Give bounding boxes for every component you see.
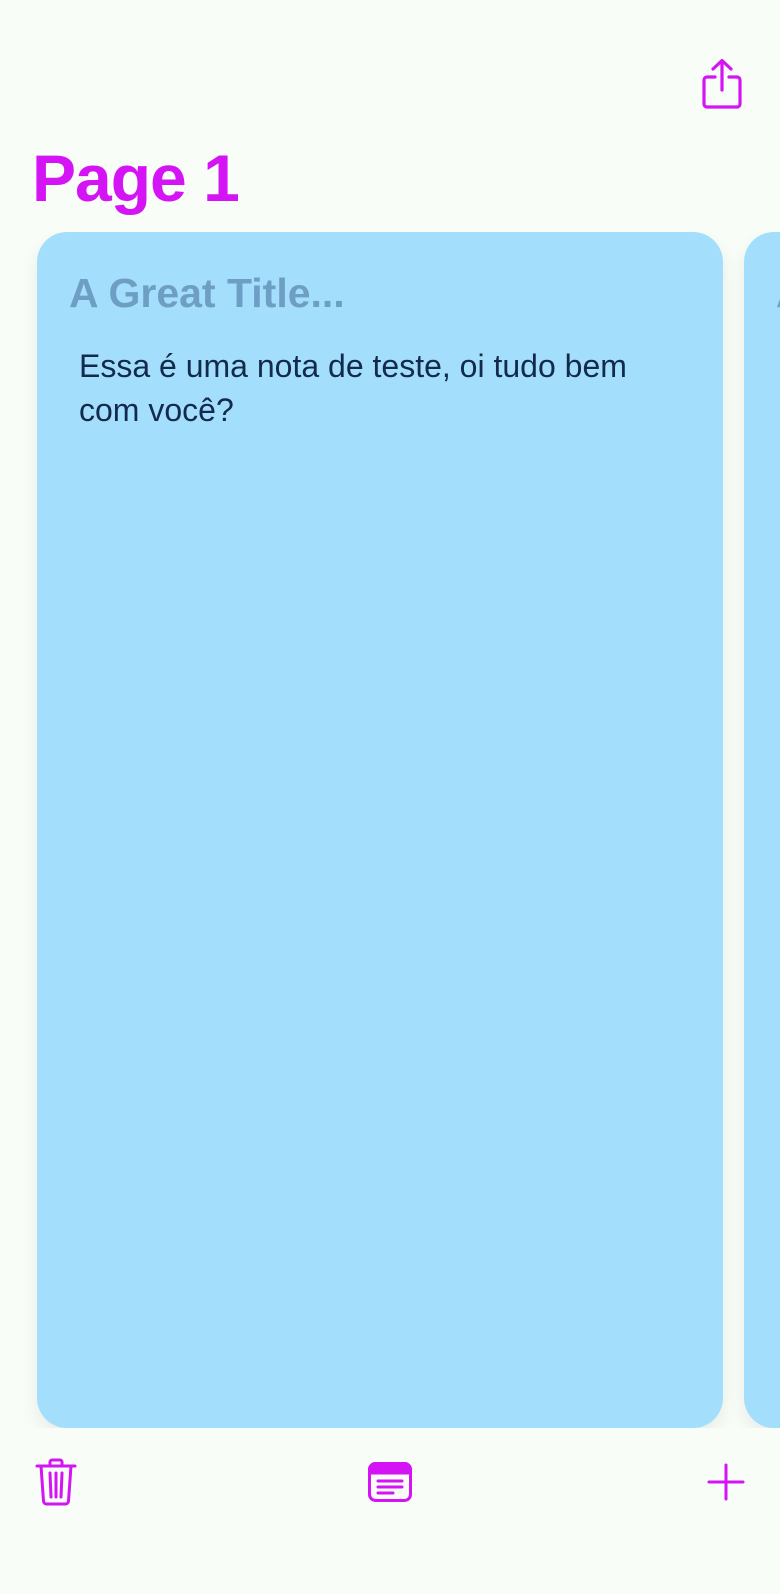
next-note-card[interactable]: A Great Title... bbox=[744, 232, 780, 1428]
note-body[interactable]: Essa é uma nota de teste, oi tudo bem co… bbox=[79, 344, 679, 432]
next-note-title: A Great Title... bbox=[776, 270, 780, 317]
note-title[interactable]: A Great Title... bbox=[69, 270, 345, 317]
notes-carousel[interactable]: A Great Title... Essa é uma nota de test… bbox=[0, 232, 780, 1428]
add-note-button[interactable] bbox=[698, 1454, 754, 1510]
notes-list-button[interactable] bbox=[362, 1454, 418, 1510]
trash-icon bbox=[34, 1457, 78, 1507]
share-icon bbox=[701, 57, 743, 111]
share-button[interactable] bbox=[697, 54, 747, 114]
note-card[interactable]: A Great Title... Essa é uma nota de test… bbox=[37, 232, 723, 1428]
note-list-icon bbox=[367, 1461, 413, 1503]
delete-note-button[interactable] bbox=[28, 1454, 84, 1510]
page-title: Page 1 bbox=[32, 141, 240, 215]
plus-icon bbox=[707, 1463, 745, 1501]
